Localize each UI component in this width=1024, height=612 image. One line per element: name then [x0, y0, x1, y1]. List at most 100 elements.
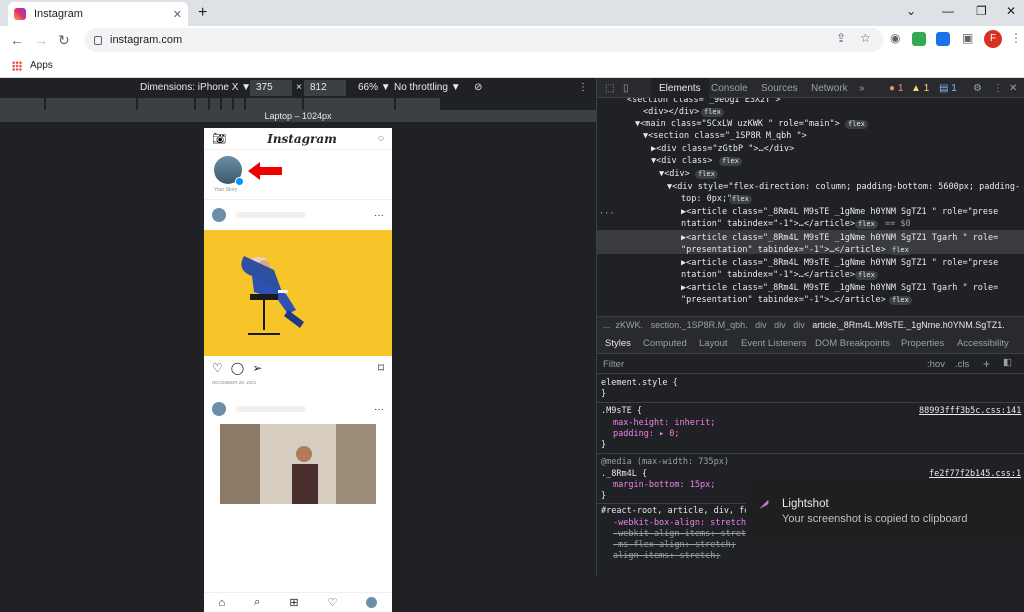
css-property[interactable]: padding: ▸ 0; — [613, 429, 680, 440]
dom-line[interactable]: ▼<div> — [659, 168, 690, 180]
post-image[interactable] — [204, 230, 392, 356]
instagram-logo[interactable]: Instagram — [267, 132, 337, 146]
dom-line[interactable]: ▶<article class="_8Rm4L M9sTE _1gNme h0Y… — [681, 206, 998, 218]
dom-line[interactable]: ▼<section class="_1SP8R M_qbh "> — [643, 130, 807, 142]
new-tab-button[interactable]: + — [198, 4, 207, 22]
close-window-icon[interactable]: ✕ — [1006, 4, 1016, 18]
dom-line[interactable]: ntation" tabindex="-1">…</article> — [681, 269, 855, 281]
media-query[interactable]: @media (max-width: 735px) — [601, 457, 729, 468]
tab-elements[interactable]: Elements — [651, 78, 709, 98]
save-bookmark-icon[interactable]: ⌑ — [378, 361, 384, 375]
width-input[interactable]: 375 — [250, 80, 292, 96]
tab-layout[interactable]: Layout — [699, 338, 728, 349]
tab-accessibility[interactable]: Accessibility — [957, 338, 1009, 349]
bookmark-star-icon[interactable]: ☆ — [860, 31, 871, 45]
error-count-badge[interactable]: ● 1 — [889, 83, 903, 94]
flex-badge[interactable]: flex — [719, 157, 742, 166]
dom-line[interactable]: ▶<article class="_8Rm4L M9sTE _1gNme h0Y… — [681, 232, 998, 244]
post-options-icon-2[interactable]: ··· — [374, 404, 384, 415]
flex-badge[interactable]: flex — [845, 120, 868, 129]
breadcrumb-item[interactable]: ... — [603, 320, 611, 330]
flex-badge[interactable]: flex — [695, 170, 718, 179]
flex-badge[interactable]: flex — [889, 296, 912, 305]
tab-properties[interactable]: Properties — [901, 338, 944, 349]
inspect-element-icon[interactable]: ⬚ — [605, 83, 614, 94]
tab-styles[interactable]: Styles — [605, 338, 631, 349]
dom-line[interactable]: <section class="_9eogI E3X2T"> — [627, 98, 781, 106]
profile-avatar-icon[interactable] — [366, 597, 378, 608]
browser-tab-instagram[interactable]: Instagram ✕ — [8, 2, 188, 26]
device-toggle-icon[interactable]: ▯ — [623, 83, 629, 94]
message-count-badge[interactable]: ▤ 1 — [939, 83, 957, 94]
post-author-avatar-2[interactable] — [212, 402, 226, 416]
devtools-close-icon[interactable]: ✕ — [1009, 83, 1017, 94]
home-icon[interactable]: ⌂ — [219, 597, 226, 609]
restore-icon[interactable]: ❐ — [976, 4, 987, 18]
new-style-rule-icon[interactable]: + — [983, 357, 990, 371]
lightshot-notification[interactable]: Lightshot Your screenshot is copied to c… — [746, 480, 1024, 542]
reload-icon[interactable]: ↻ — [58, 32, 70, 49]
dom-line[interactable]: ▼<div class> — [651, 155, 712, 167]
profile-avatar[interactable]: F — [984, 30, 1002, 48]
tab-console[interactable]: Console — [711, 83, 748, 94]
search-icon[interactable]: ⌕ — [254, 596, 260, 609]
side-panel-icon[interactable]: ▣ — [962, 31, 973, 45]
tab-computed[interactable]: Computed — [643, 338, 687, 349]
rule-selector-react-root[interactable]: #react-root, article, div, fo — [601, 506, 749, 517]
height-input[interactable]: 812 — [304, 80, 346, 96]
dom-line[interactable]: ▼<main class="SCxLW uzKWK " role="main"> — [635, 118, 840, 130]
element-style-rule[interactable]: element.style { — [601, 378, 678, 389]
laptop-breakpoint-bar[interactable]: Laptop – 1024px — [0, 110, 596, 122]
breadcrumb-item[interactable]: zKWK. — [616, 320, 644, 330]
comment-icon[interactable]: ◯ — [231, 361, 244, 375]
devtools-more-icon[interactable]: ⋮ — [993, 83, 1003, 94]
dom-line[interactable]: ▼<div style="flex-direction: column; pad… — [667, 181, 1020, 193]
tab-event-listeners[interactable]: Event Listeners — [741, 338, 806, 349]
toggle-sidebar-icon[interactable]: ◧ — [1003, 357, 1012, 368]
breadcrumb-item[interactable]: div — [793, 320, 805, 330]
flex-badge[interactable]: flex — [889, 246, 912, 255]
your-story-avatar[interactable] — [214, 156, 244, 186]
zoom-select[interactable]: 66% ▼ — [358, 82, 391, 93]
styles-filter-input[interactable]: Filter — [603, 359, 624, 370]
share-icon[interactable]: ⇪ — [836, 31, 846, 45]
css-property-overridden[interactable]: align-items: stretch; — [613, 551, 720, 562]
apps-bookmark[interactable]: Apps — [30, 60, 53, 71]
forward-icon[interactable]: → — [34, 32, 48, 48]
css-property[interactable]: -webkit-box-align: stretch; — [613, 518, 751, 529]
dom-line[interactable]: "presentation" tabindex="-1">…</article> — [681, 294, 886, 306]
dom-line[interactable]: "presentation" tabindex="-1">…</article> — [681, 244, 886, 256]
dom-line[interactable]: ▶<article class="_8Rm4L M9sTE _1gNme h0Y… — [681, 282, 998, 294]
css-property-overridden[interactable]: -ms-flex-align: stretch; — [613, 540, 736, 551]
breadcrumb-item[interactable]: div — [774, 320, 786, 330]
address-bar[interactable]: instagram.com — [84, 28, 884, 52]
messenger-icon[interactable]: ◌ — [378, 133, 384, 144]
flex-badge[interactable]: flex — [855, 271, 878, 280]
post-options-icon[interactable]: ··· — [374, 210, 384, 221]
throttling-select[interactable]: No throttling ▼ — [394, 82, 461, 93]
dom-line[interactable]: <div></div> — [643, 106, 699, 118]
devtools-settings-gear-icon[interactable]: ⚙ — [973, 83, 982, 94]
camera-icon[interactable]: 📷︎ — [212, 132, 226, 145]
css-property-overridden[interactable]: -webkit-align-items: stretch — [613, 529, 756, 540]
more-tabs-icon[interactable]: » — [859, 83, 865, 94]
rule-selector-8rm4l[interactable]: ._8Rm4L { — [601, 469, 647, 480]
post-image-2[interactable] — [220, 424, 376, 504]
media-query-ruler[interactable] — [0, 98, 596, 110]
new-post-icon[interactable]: ⊞ — [289, 596, 298, 609]
share-plane-icon[interactable]: ➢ — [252, 361, 262, 375]
rule-source-link[interactable]: fe2f77f2b145.css:1 — [929, 469, 1021, 479]
activity-heart-icon[interactable]: ♡ — [328, 596, 338, 609]
camera-extension-icon[interactable]: ◉ — [890, 31, 900, 45]
minimize-icon[interactable]: — — [942, 4, 954, 18]
class-toggle[interactable]: .cls — [955, 359, 969, 370]
flex-badge[interactable]: flex — [729, 195, 752, 204]
rotate-icon[interactable]: ⊘ — [474, 82, 482, 93]
dom-line[interactable]: ▶<div class="zGtbP ">…</div> — [651, 143, 794, 155]
breadcrumb-item[interactable]: div — [755, 320, 767, 330]
warning-count-badge[interactable]: ▲ 1 — [911, 83, 929, 94]
css-property[interactable]: max-height: inherit; — [613, 418, 715, 429]
flex-badge[interactable]: flex — [855, 220, 878, 229]
breadcrumb-item[interactable]: section._1SP8R.M_qbh. — [651, 320, 748, 330]
hover-state-toggle[interactable]: :hov — [927, 359, 945, 370]
